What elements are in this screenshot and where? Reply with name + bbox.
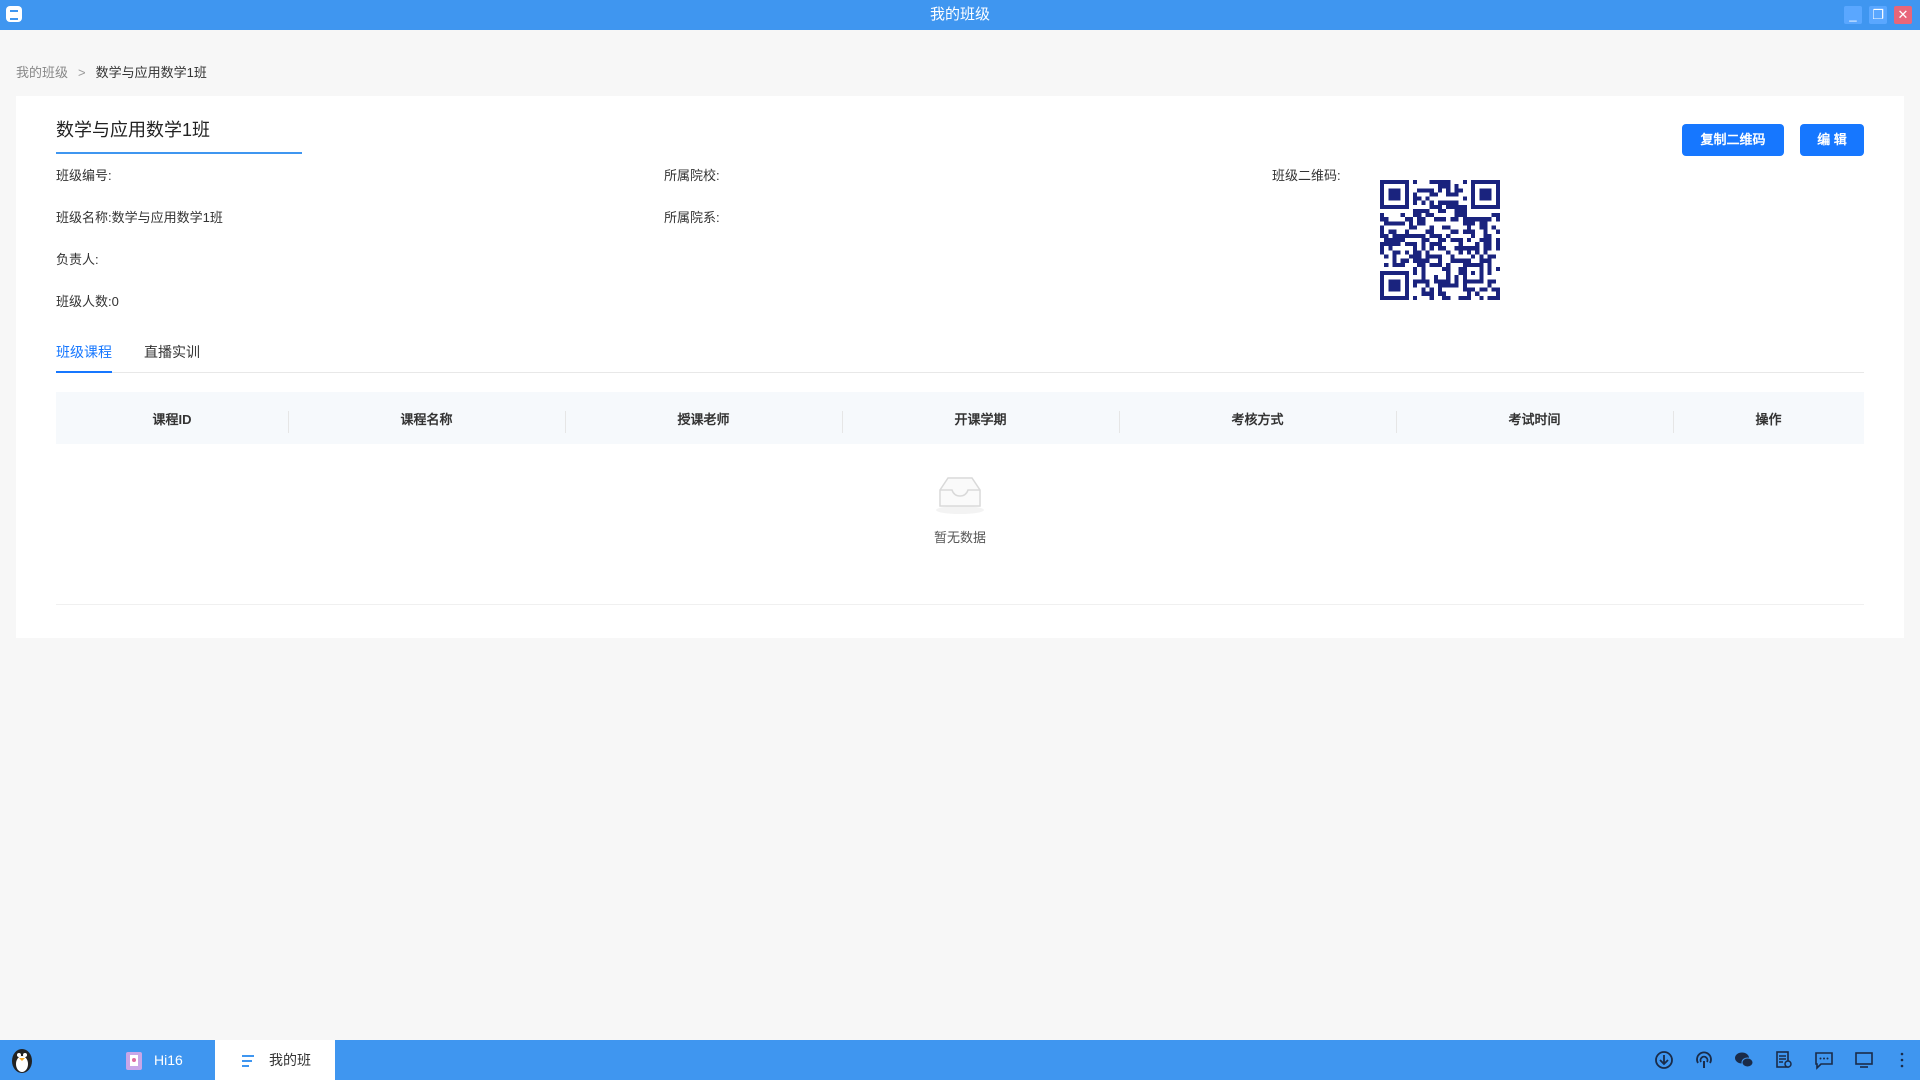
school-label: 所属院校: [664,168,720,183]
my-class-app-icon [242,1055,254,1068]
edit-button[interactable]: 编 辑 [1800,124,1864,156]
column-header-exam-time: 考试时间 [1396,409,1673,433]
empty-text: 暂无数据 [933,530,986,545]
tab-class-courses[interactable]: 班级课程 [56,342,112,373]
class-id-label: 班级编号: [56,168,112,183]
school-field: 所属院校: [664,165,720,184]
class-name-field: 班级名称:数学与应用数学1班 [56,207,223,226]
taskbar-item-label: Hi16 [154,1052,183,1068]
class-detail-card: 数学与应用数学1班 复制二维码 编 辑 班级编号: 班级名称:数学与应用数学1班… [16,96,1904,638]
breadcrumb-separator: > [78,65,86,80]
podcast-icon[interactable] [1694,1050,1714,1070]
taskbar-item-my-class[interactable]: 我的班 [215,1040,335,1080]
student-count-field: 班级人数:0 [56,291,119,310]
class-id-field: 班级编号: [56,165,112,184]
tab-live-training[interactable]: 直播实训 [144,342,200,371]
wechat-icon[interactable] [1734,1050,1754,1070]
empty-inbox-icon [936,477,984,514]
column-header-course-id: 课程ID [152,411,192,427]
restore-icon[interactable]: ❐ [1869,6,1887,24]
download-icon[interactable] [1654,1050,1674,1070]
more-icon[interactable] [1892,1050,1912,1070]
qr-label: 班级二维码: [1272,168,1341,183]
column-header-actions: 操作 [1673,409,1864,433]
owner-label: 负责人: [56,252,99,267]
table-header: 课程ID 课程名称 授课老师 开课学期 考核方式 考试时间 操作 [56,392,1864,444]
column-header-semester: 开课学期 [842,409,1119,433]
column-header-teacher: 授课老师 [565,409,842,433]
monitor-icon[interactable] [1854,1050,1874,1070]
student-count-label: 班级人数: [56,294,112,309]
copy-qr-button[interactable]: 复制二维码 [1682,124,1784,156]
student-count-value: 0 [111,294,119,309]
minimize-icon[interactable]: _ [1844,6,1862,24]
penguin-start-icon[interactable] [8,1046,36,1074]
department-field: 所属院系: [664,207,720,226]
chat-icon[interactable] [1814,1050,1834,1070]
department-label: 所属院系: [664,210,720,225]
owner-field: 负责人: [56,249,99,268]
breadcrumb-current: 数学与应用数学1班 [95,65,207,80]
taskbar-item-label: 我的班 [269,1052,311,1068]
breadcrumb: 我的班级 > 数学与应用数学1班 [16,62,207,81]
close-icon[interactable]: ✕ [1894,6,1912,24]
breadcrumb-root[interactable]: 我的班级 [16,65,68,80]
document-search-icon[interactable] [1774,1050,1794,1070]
class-name-label: 班级名称: [56,210,112,225]
table-bottom-divider [56,604,1864,605]
class-title: 数学与应用数学1班 [56,116,302,154]
taskbar-item-hi16[interactable]: Hi16 [120,1040,210,1080]
empty-state: 暂无数据 [56,472,1864,546]
tab-bar: 班级课程 直播实训 [56,342,1864,373]
taskbar: Hi16 我的班 [0,1040,1920,1080]
course-table: 课程ID 课程名称 授课老师 开课学期 考核方式 考试时间 操作 暂无数据 [56,392,1864,605]
hi16-app-icon [126,1052,142,1071]
class-name-value: 数学与应用数学1班 [111,210,223,225]
window-title: 我的班级 [929,6,990,23]
class-qr-code [1380,180,1500,300]
column-header-course-name: 课程名称 [288,409,565,433]
column-header-assessment: 考核方式 [1119,409,1396,433]
title-bar: 我的班级 _ ❐ ✕ [0,0,1920,30]
